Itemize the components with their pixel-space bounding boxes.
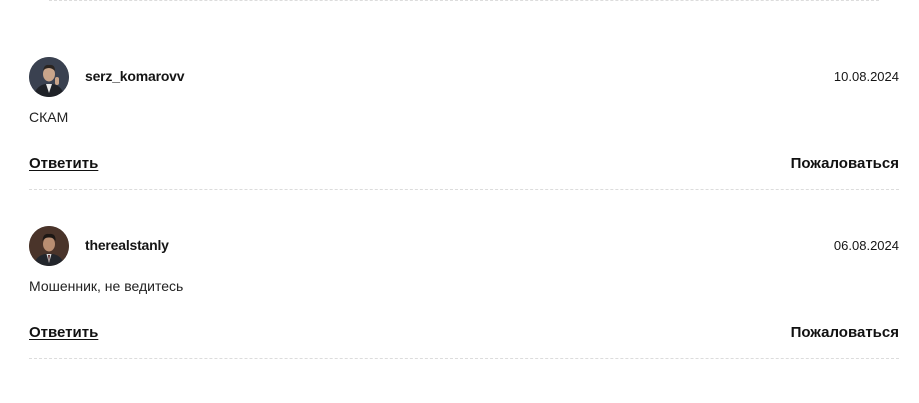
comment-header: therealstanly 06.08.2024 (29, 226, 899, 266)
comment-divider (29, 189, 899, 190)
avatar[interactable] (29, 57, 69, 97)
comment-divider (29, 358, 899, 359)
comment-date: 10.08.2024 (833, 69, 899, 84)
comment-text: Мошенник, не ведитесь (29, 278, 184, 294)
comment-text: СКАМ (29, 109, 69, 125)
reply-link[interactable]: Ответить (29, 324, 98, 341)
reply-link[interactable]: Ответить (29, 155, 98, 172)
username[interactable]: therealstanly (85, 237, 169, 253)
avatar[interactable] (29, 226, 69, 266)
comment-item: therealstanly 06.08.2024 Мошенник, не ве… (29, 226, 899, 359)
comments-page: serz_komarovv 10.08.2024 СКАМ Ответить П… (0, 0, 919, 403)
comment-date: 06.08.2024 (833, 238, 899, 253)
top-divider (49, 0, 879, 1)
comment-header: serz_komarovv 10.08.2024 (29, 57, 899, 97)
report-link[interactable]: Пожаловаться (791, 155, 899, 172)
username[interactable]: serz_komarovv (85, 68, 185, 84)
report-link[interactable]: Пожаловаться (791, 324, 899, 341)
comment-item: serz_komarovv 10.08.2024 СКАМ Ответить П… (29, 57, 899, 190)
